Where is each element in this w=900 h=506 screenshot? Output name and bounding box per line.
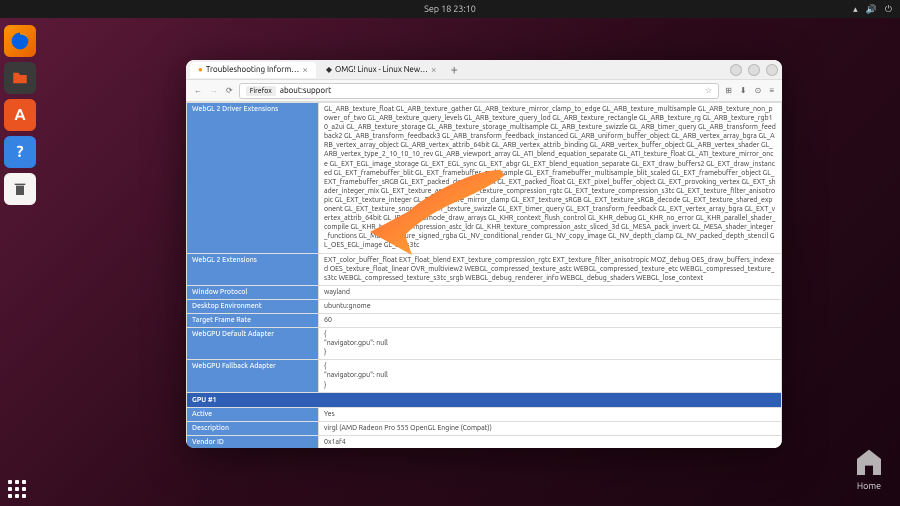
row-value: 60 bbox=[319, 313, 782, 327]
site-tab-icon: ◆ bbox=[326, 65, 332, 74]
account-icon[interactable]: ⊙ bbox=[753, 86, 764, 95]
row-label: WebGL 2 Driver Extensions bbox=[187, 103, 319, 254]
row-label: Description bbox=[187, 421, 319, 435]
firefox-window: ● Troubleshooting Inform… × ◆ OMG! Linux… bbox=[186, 60, 782, 448]
back-button[interactable]: ← bbox=[192, 86, 204, 95]
downloads-icon[interactable]: ⬇ bbox=[738, 86, 749, 95]
row-value: virgl (AMD Radeon Pro 555 OpenGL Engine … bbox=[319, 421, 782, 435]
url-text: about:support bbox=[280, 86, 331, 95]
row-value: wayland bbox=[319, 285, 782, 299]
dock-firefox[interactable] bbox=[4, 25, 36, 57]
forward-button[interactable]: → bbox=[208, 86, 220, 95]
close-tab-icon[interactable]: × bbox=[431, 64, 437, 75]
network-icon[interactable]: ▴ bbox=[853, 4, 858, 15]
extensions-icon[interactable]: ⊞ bbox=[723, 86, 734, 95]
row-label: WebGL 2 Extensions bbox=[187, 253, 319, 285]
gpu-section-header: GPU #1 bbox=[187, 392, 782, 407]
dock-software[interactable]: A bbox=[4, 99, 36, 131]
page-content: WebGL 2 Driver Extensions GL_ARB_texture… bbox=[186, 102, 782, 448]
clock: Sep 18 23:10 bbox=[424, 4, 476, 14]
dock-trash[interactable] bbox=[4, 173, 36, 205]
firefox-badge: Firefox bbox=[246, 86, 276, 96]
reload-button[interactable]: ⟳ bbox=[224, 86, 235, 95]
row-value: ubuntu:gnome bbox=[319, 299, 782, 313]
tab-label: OMG! Linux - Linux New… bbox=[335, 65, 428, 74]
row-label: Desktop Environment bbox=[187, 299, 319, 313]
row-label: Active bbox=[187, 407, 319, 421]
launcher-dock: A ? bbox=[4, 25, 36, 205]
row-label: Window Protocol bbox=[187, 285, 319, 299]
menu-button[interactable]: ≡ bbox=[767, 86, 776, 95]
system-topbar: Sep 18 23:10 ▴ 🔊 ⏻ bbox=[0, 0, 900, 18]
new-tab-button[interactable]: + bbox=[446, 63, 461, 77]
close-tab-icon[interactable]: × bbox=[302, 64, 308, 75]
row-value: EXT_color_buffer_float EXT_float_blend E… bbox=[319, 253, 782, 285]
firefox-tab-icon: ● bbox=[198, 65, 203, 74]
row-value: Yes bbox=[319, 407, 782, 421]
show-apps-button[interactable] bbox=[8, 480, 26, 498]
close-button[interactable] bbox=[766, 64, 778, 76]
tab-label: Troubleshooting Inform… bbox=[206, 65, 299, 74]
address-field[interactable]: Firefox about:support ☆ bbox=[239, 83, 720, 99]
tab-bar: ● Troubleshooting Inform… × ◆ OMG! Linux… bbox=[186, 60, 782, 80]
desktop-home-icon[interactable]: Home bbox=[853, 447, 885, 491]
dock-help[interactable]: ? bbox=[4, 136, 36, 168]
row-label: WebGPU Default Adapter bbox=[187, 328, 319, 360]
volume-icon[interactable]: 🔊 bbox=[866, 4, 877, 15]
row-label: WebGPU Fallback Adapter bbox=[187, 360, 319, 392]
system-tray[interactable]: ▴ 🔊 ⏻ bbox=[853, 4, 892, 15]
row-label: Target Frame Rate bbox=[187, 313, 319, 327]
row-value: GL_ARB_texture_float GL_ARB_texture_gath… bbox=[319, 103, 782, 254]
row-label: Vendor ID bbox=[187, 435, 319, 448]
url-bar: ← → ⟳ Firefox about:support ☆ ⊞ ⬇ ⊙ ≡ bbox=[186, 80, 782, 102]
row-value: { "navigator.gpu": null } bbox=[319, 360, 782, 392]
row-value: 0x1af4 bbox=[319, 435, 782, 448]
tab-troubleshooting[interactable]: ● Troubleshooting Inform… × bbox=[190, 62, 316, 78]
bookmark-icon[interactable]: ☆ bbox=[705, 86, 712, 95]
row-value: { "navigator.gpu": null } bbox=[319, 328, 782, 360]
support-info-table: WebGL 2 Driver Extensions GL_ARB_texture… bbox=[186, 102, 782, 448]
dock-files[interactable] bbox=[4, 62, 36, 94]
home-label: Home bbox=[853, 481, 885, 491]
power-icon[interactable]: ⏻ bbox=[885, 4, 892, 15]
minimize-button[interactable] bbox=[730, 64, 742, 76]
maximize-button[interactable] bbox=[748, 64, 760, 76]
tab-omglinux[interactable]: ◆ OMG! Linux - Linux New… × bbox=[318, 62, 445, 78]
